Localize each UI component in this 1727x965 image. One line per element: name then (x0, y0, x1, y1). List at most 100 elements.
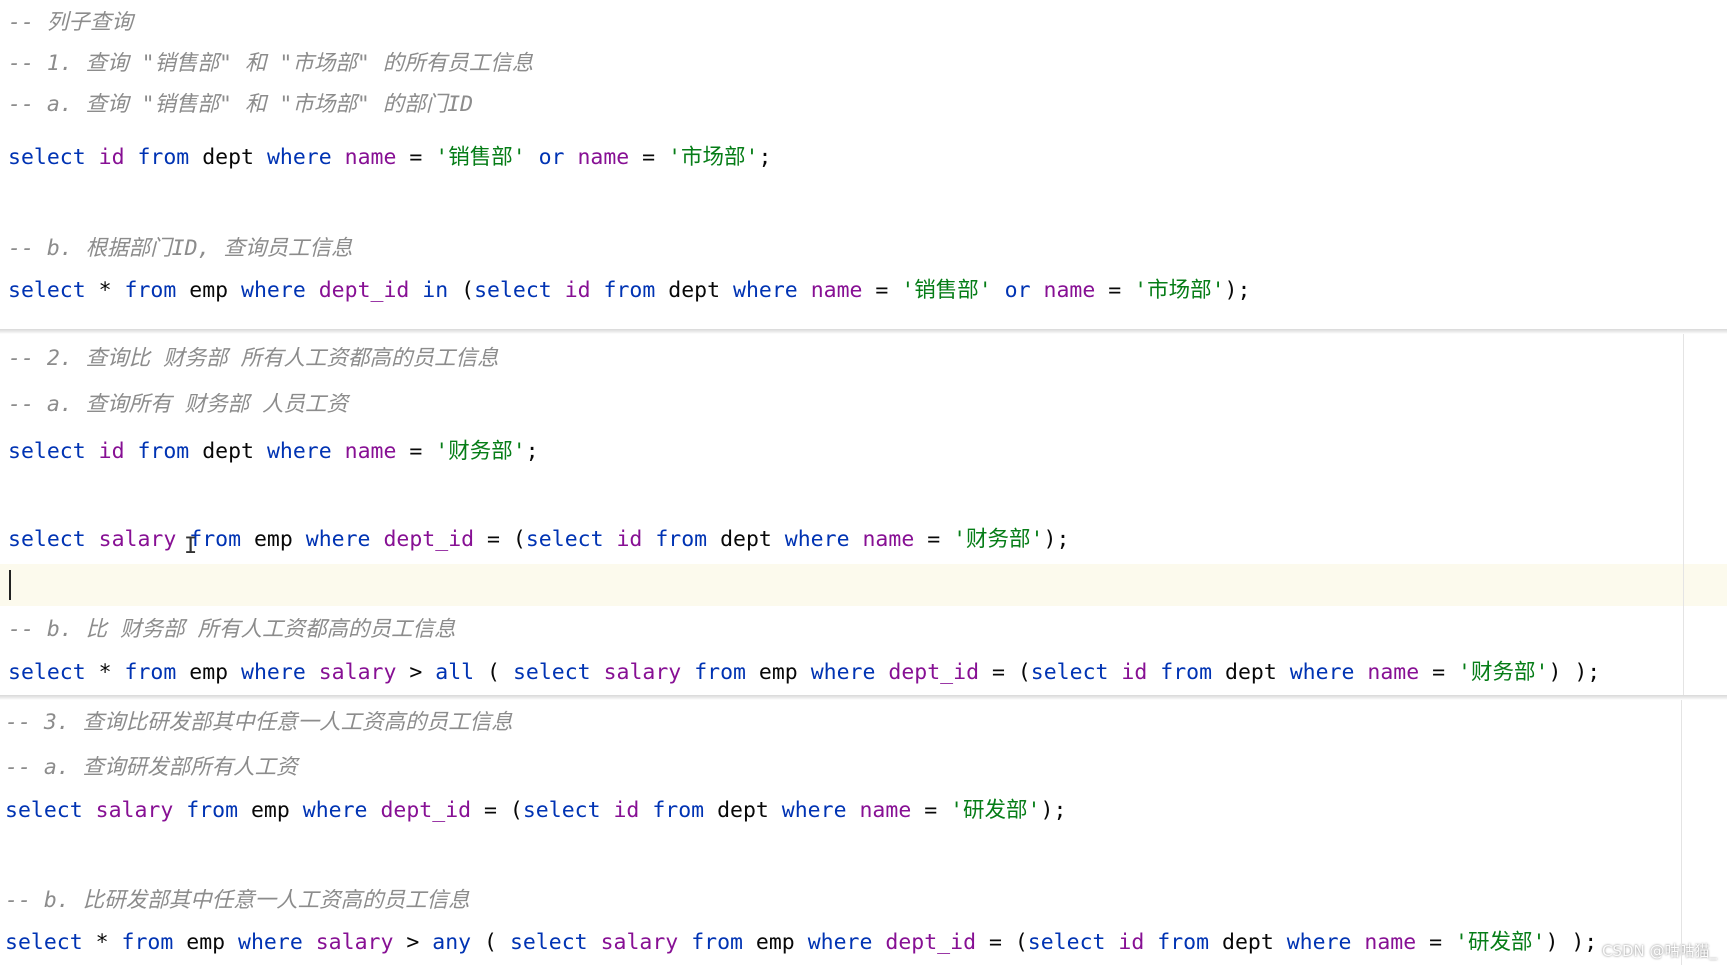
sql-space (642, 527, 655, 552)
sql-keyword: select (474, 278, 552, 303)
editor-panel-1: -- 列子查询 -- 1. 查询 "销售部" 和 "市场部" 的所有员工信息 -… (0, 0, 1727, 329)
sql-string: '财务部' (953, 527, 1044, 552)
sql-space (639, 798, 652, 823)
sql-operator: ); (1040, 798, 1067, 823)
sql-keyword: from (1157, 930, 1210, 955)
sql-column: salary (600, 930, 679, 955)
sql-space (564, 145, 577, 170)
sql-space (875, 660, 888, 685)
sql-operator: > (396, 660, 436, 685)
sql-keyword: where (302, 798, 368, 823)
sql-column: dept_id (383, 527, 475, 552)
sql-column: id (564, 278, 591, 303)
sql-keyword: where (807, 930, 873, 955)
sql-space (1031, 278, 1044, 303)
sql-keyword: select (522, 798, 601, 823)
sql-space (241, 527, 254, 552)
sql-column: id (98, 145, 125, 170)
sql-column: name (810, 278, 863, 303)
comment-line: -- b. 比 财务部 所有人工资都高的员工信息 (8, 617, 456, 642)
sql-keyword: select (525, 527, 604, 552)
sql-keyword: from (121, 930, 174, 955)
sql-operator: = ( (474, 527, 526, 552)
sql-keyword: from (691, 930, 743, 955)
sql-keyword: where (266, 145, 332, 170)
sql-keyword: select (8, 660, 86, 685)
sql-column: salary (315, 930, 394, 955)
sql-column: salary (95, 798, 174, 823)
sql-keyword: select (8, 145, 86, 170)
sql-column: id (98, 439, 125, 464)
comment-line: -- b. 比研发部其中任意一人工资高的员工信息 (5, 888, 470, 913)
sql-space (86, 439, 99, 464)
comment-line: -- 列子查询 (8, 10, 133, 35)
sql-operator: ; (758, 145, 772, 170)
sql-code-line[interactable]: select * from emp where salary > all ( s… (8, 658, 1600, 688)
sql-column: dept_id (888, 660, 980, 685)
sql-code-line[interactable]: select id from dept where name = '销售部' o… (8, 143, 771, 173)
sql-space (1274, 930, 1287, 955)
sql-operator: ( (474, 660, 513, 685)
sql-column: name (862, 527, 915, 552)
sql-space (798, 278, 811, 303)
sql-table: dept (202, 145, 254, 170)
sql-keyword: select (512, 660, 591, 685)
sql-space (86, 527, 99, 552)
sql-table: dept (668, 278, 721, 303)
sql-space (1212, 660, 1225, 685)
sql-keyword: where (781, 798, 847, 823)
sql-space (176, 660, 189, 685)
sql-code-line[interactable]: select salary from emp where dept_id = (… (5, 796, 1066, 826)
right-margin-guide (1683, 334, 1684, 695)
sql-space (655, 278, 668, 303)
sql-operator: = (914, 527, 954, 552)
sql-table: emp (186, 930, 226, 955)
sql-space (1147, 660, 1160, 685)
sql-table: emp (253, 527, 293, 552)
sql-operator: ; (525, 439, 539, 464)
sql-keyword: where (784, 527, 850, 552)
comment-line: -- a. 查询 "销售部" 和 "市场部" 的部门ID (8, 92, 474, 117)
sql-space (798, 660, 811, 685)
sql-operator: = ( (976, 930, 1028, 955)
sql-column: dept_id (380, 798, 472, 823)
sql-column: id (1118, 930, 1145, 955)
watermark: CSDN @咕咕猫_ (1601, 942, 1717, 960)
sql-space (1209, 930, 1222, 955)
sql-operator: * (82, 930, 122, 955)
sql-operator: > (393, 930, 433, 955)
sql-table: dept (1225, 660, 1277, 685)
sql-space (746, 660, 759, 685)
sql-operator: = (862, 278, 902, 303)
sql-code-line[interactable]: select id from dept where name = '财务部'; (8, 437, 539, 467)
sql-table: dept (720, 527, 772, 552)
comment-line: -- 1. 查询 "销售部" 和 "市场部" 的所有员工信息 (8, 51, 534, 76)
sql-space (86, 145, 99, 170)
sql-space (769, 798, 782, 823)
comment-line: -- a. 查询研发部所有人工资 (5, 755, 298, 780)
sql-code-line[interactable]: select * from emp where dept_id in (sele… (8, 276, 1250, 306)
sql-column: id (616, 527, 643, 552)
sql-code-line[interactable]: select * from emp where salary > any ( s… (5, 928, 1597, 958)
sql-operator: = ( (979, 660, 1031, 685)
sql-operator: = (911, 798, 951, 823)
sql-space (293, 527, 306, 552)
sql-table: dept (1222, 930, 1274, 955)
sql-space (707, 527, 720, 552)
sql-operator: ) ); (1545, 930, 1598, 955)
sql-code-line[interactable]: select salary from emp where dept_id = (… (8, 525, 1069, 555)
sql-space (332, 145, 345, 170)
sql-keyword: from (137, 439, 190, 464)
sql-space (847, 798, 860, 823)
sql-space (173, 930, 186, 955)
sql-space (1108, 660, 1121, 685)
sql-string: '研发部' (950, 798, 1041, 823)
sql-space (720, 278, 733, 303)
sql-space (173, 798, 186, 823)
sql-keyword: where (305, 527, 371, 552)
sql-operator: ( (471, 930, 510, 955)
sql-column: dept_id (885, 930, 977, 955)
sql-space (1351, 930, 1364, 955)
right-margin-guide (1681, 700, 1682, 965)
sql-space (83, 798, 96, 823)
